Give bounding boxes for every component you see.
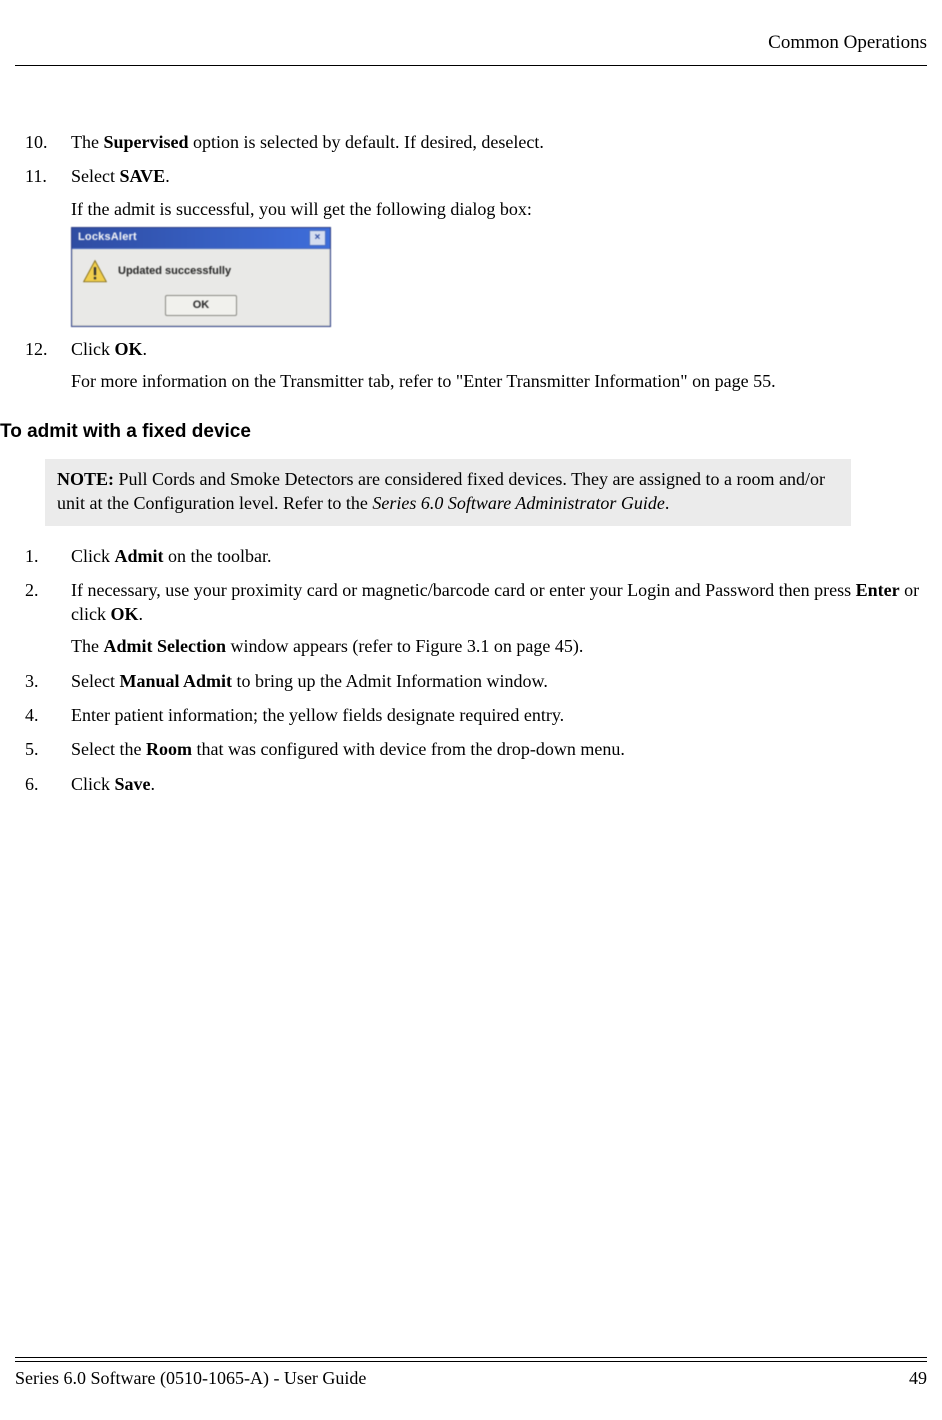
text: window appears (refer to Figure 3.1 on p…: [226, 636, 583, 656]
list-body: Click Admit on the toolbar.: [71, 544, 927, 568]
header-rule: [15, 65, 927, 66]
instruction-list-bottom: 1. Click Admit on the toolbar. 2. If necess…: [15, 544, 927, 796]
list-number: 3.: [25, 669, 39, 693]
text: on the toolbar.: [164, 546, 272, 566]
close-icon: ×: [309, 230, 326, 246]
instruction-list-top: 10. The Supervised option is selected by…: [15, 130, 927, 393]
bold-text: Supervised: [103, 132, 188, 152]
note-text-after: .: [665, 493, 670, 513]
text: Click: [71, 546, 115, 566]
bold-text: Admit Selection: [103, 636, 225, 656]
list-item: 1. Click Admit on the toolbar.: [15, 544, 927, 568]
text: to bring up the Admit Information window…: [232, 671, 548, 691]
bold-text: Manual Admit: [119, 671, 232, 691]
text: option is selected by default. If desire…: [189, 132, 544, 152]
bold-text: Save: [115, 774, 151, 794]
bold-text: OK: [115, 339, 143, 359]
note-label: NOTE:: [57, 469, 114, 489]
footer-left: Series 6.0 Software (0510-1065-A) - User…: [15, 1366, 366, 1390]
paragraph: For more information on the Transmitter …: [71, 369, 927, 393]
text: that was configured with device from the…: [192, 739, 625, 759]
text: Click: [71, 339, 115, 359]
list-number: 12.: [25, 337, 48, 361]
text: Enter patient information; the yellow fi…: [71, 705, 564, 725]
list-number: 10.: [25, 130, 48, 154]
list-number: 2.: [25, 578, 39, 602]
list-body: Select Manual Admit to bring up the Admi…: [71, 669, 927, 693]
list-item-12: 12. Click OK. For more information on th…: [15, 337, 927, 394]
footer-rule-top: [15, 1357, 927, 1358]
paragraph: If the admit is successful, you will get…: [71, 197, 927, 221]
footer: Series 6.0 Software (0510-1065-A) - User…: [15, 1366, 927, 1390]
dialog-body: Updated successfully: [72, 249, 330, 291]
note-box: NOTE: Pull Cords and Smoke Detectors are…: [45, 459, 851, 526]
list-item: 3. Select Manual Admit to bring up the Ad…: [15, 669, 927, 693]
text: .: [143, 339, 148, 359]
warning-icon: [82, 259, 108, 285]
content-area: 10. The Supervised option is selected by…: [15, 130, 927, 806]
bold-text: Admit: [115, 546, 164, 566]
text: Select: [71, 671, 119, 691]
dialog-button-row: OK: [72, 291, 330, 326]
paragraph: The Admit Selection window appears (refe…: [71, 634, 927, 658]
list-body: If necessary, use your proximity card or…: [71, 578, 927, 659]
list-number: 1.: [25, 544, 39, 568]
page: Common Operations 10. The Supervised opt…: [0, 0, 942, 1420]
dialog-title-text: LocksAlert: [78, 230, 137, 245]
bold-text: OK: [110, 604, 138, 624]
list-body: Enter patient information; the yellow fi…: [71, 703, 927, 727]
ok-button: OK: [165, 295, 237, 316]
bold-text: Room: [146, 739, 192, 759]
text: Select the: [71, 739, 146, 759]
list-number: 6.: [25, 772, 39, 796]
bold-text: Enter: [856, 580, 900, 600]
text: If necessary, use your proximity card or…: [71, 580, 856, 600]
list-body: Select the Room that was configured with…: [71, 737, 927, 761]
list-item: 2. If necessary, use your proximity card …: [15, 578, 927, 659]
text: .: [139, 604, 144, 624]
note-italic: Series 6.0 Software Administrator Guide: [372, 493, 665, 513]
dialog-message: Updated successfully: [118, 264, 231, 279]
header-section-title: Common Operations: [0, 30, 942, 56]
text: The: [71, 636, 103, 656]
dialog-screenshot: LocksAlert ×: [71, 227, 927, 327]
list-item: 5. Select the Room that was configured wi…: [15, 737, 927, 761]
list-number: 11.: [25, 164, 47, 188]
text: .: [151, 774, 156, 794]
footer-rule-bottom: [15, 1361, 927, 1362]
dialog-titlebar: LocksAlert ×: [72, 228, 330, 249]
list-item-11: 11. Select SAVE. If the admit is success…: [15, 164, 927, 326]
text: .: [165, 166, 170, 186]
bold-text: SAVE: [119, 166, 165, 186]
list-body: Click Save.: [71, 772, 927, 796]
subheading: To admit with a fixed device: [0, 419, 927, 445]
text: The: [71, 132, 103, 152]
list-item: 6. Click Save.: [15, 772, 927, 796]
footer-page-number: 49: [909, 1366, 927, 1390]
list-item-10: 10. The Supervised option is selected by…: [15, 130, 927, 154]
text: Click: [71, 774, 115, 794]
dialog-window: LocksAlert ×: [71, 227, 331, 327]
text: Select: [71, 166, 119, 186]
list-number: 4.: [25, 703, 39, 727]
list-item: 4. Enter patient information; the yellow …: [15, 703, 927, 727]
list-number: 5.: [25, 737, 39, 761]
